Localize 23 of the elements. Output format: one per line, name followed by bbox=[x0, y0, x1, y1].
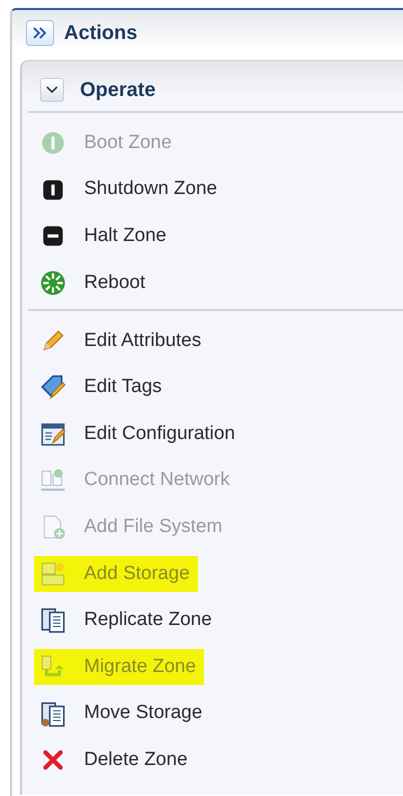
reboot-icon bbox=[40, 270, 66, 296]
network-icon bbox=[40, 468, 66, 494]
server-move-icon bbox=[40, 700, 66, 727]
menu-item[interactable]: Edit Configuration bbox=[34, 416, 244, 452]
menu-item[interactable]: Halt Zone bbox=[34, 218, 174, 254]
menu-item[interactable]: Move Storage bbox=[34, 696, 210, 732]
form-edit-icon bbox=[40, 420, 66, 447]
menu-item[interactable]: Shutdown Zone bbox=[34, 172, 226, 208]
storage-add-icon bbox=[40, 560, 66, 587]
panel-title: Actions bbox=[64, 21, 138, 46]
double-chevron-icon bbox=[32, 26, 48, 40]
server-pair-icon bbox=[40, 607, 66, 634]
menu-item[interactable]: Replicate Zone bbox=[34, 602, 220, 638]
chevron-down-icon bbox=[46, 86, 58, 94]
menu-item[interactable]: Edit Tags bbox=[34, 369, 170, 406]
power-icon bbox=[40, 130, 66, 156]
menu-item[interactable]: Edit Attributes bbox=[34, 322, 210, 359]
collapse-button[interactable] bbox=[26, 20, 54, 46]
expand-toggle[interactable] bbox=[40, 78, 64, 102]
section-title: Operate bbox=[80, 78, 156, 103]
menu-item[interactable]: Reboot bbox=[34, 264, 154, 301]
menu-item[interactable]: Delete Zone bbox=[34, 742, 196, 778]
tag-icon bbox=[40, 374, 66, 400]
